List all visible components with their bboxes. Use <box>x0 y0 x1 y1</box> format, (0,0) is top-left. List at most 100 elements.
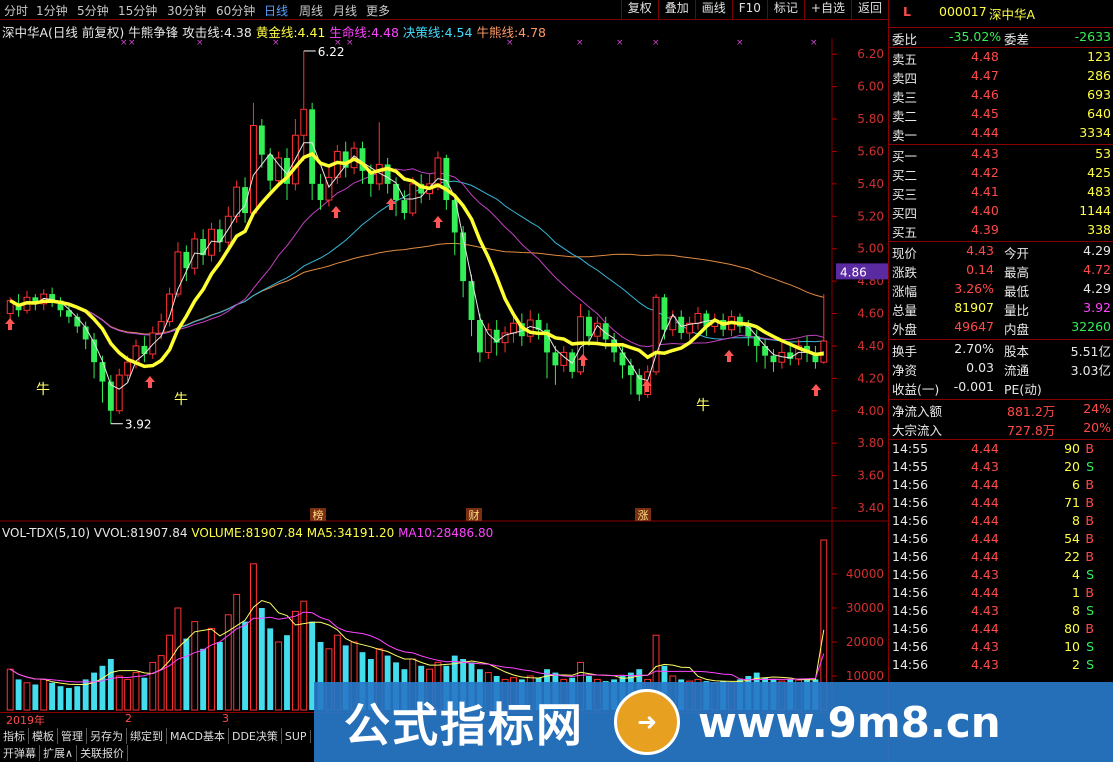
volume-bar <box>141 677 148 710</box>
candle-body <box>770 355 777 363</box>
fuquan-button[interactable]: 复权 <box>620 0 658 19</box>
tick-volume: 71 <box>1064 495 1080 510</box>
tick-row: 14:56 4.44 22 B <box>889 548 1113 566</box>
volume-bar <box>200 648 207 710</box>
period-tab[interactable]: 周线 <box>299 2 323 19</box>
quote-row: 现价 4.43 今开 4.29 <box>889 242 1113 261</box>
tab-related-quote[interactable]: 关联报价 <box>77 745 129 761</box>
volume-bar <box>49 682 56 710</box>
bear-line <box>9 242 824 335</box>
tab-save-as[interactable]: 另存为 <box>87 728 127 744</box>
tick-volume: 8 <box>1072 603 1080 618</box>
mark-button[interactable]: 标记 <box>766 0 804 19</box>
tick-row: 14:56 4.44 54 B <box>889 530 1113 548</box>
period-tab-more[interactable]: 更多 <box>366 2 390 19</box>
quote-value: 4.29 <box>1083 281 1111 296</box>
candle-body <box>208 228 215 256</box>
candlestick-chart[interactable]: 6.206.005.805.605.405.205.004.804.604.40… <box>0 38 888 522</box>
quote-rows: 现价 4.43 今开 4.29 涨跌 0.14 最高 4.72 涨幅 3.26% 最低 4.29 总量 8… <box>889 241 1113 337</box>
tab-macd[interactable]: MACD基本 <box>167 728 229 744</box>
tick-price: 4.44 <box>971 477 999 492</box>
volume-bar <box>224 614 232 711</box>
volume-bar <box>40 678 48 711</box>
tick-row: 14:56 4.44 1 B <box>889 584 1113 602</box>
buy-arrow-icon <box>811 384 821 396</box>
order-label: 卖五 <box>892 52 918 67</box>
flow-value: 881.2万 <box>1007 404 1056 419</box>
f10-button[interactable]: F10 <box>731 0 767 19</box>
period-tab-active[interactable]: 日线 <box>264 2 288 19</box>
order-volume: 693 <box>1087 87 1111 102</box>
tick-price: 4.43 <box>971 657 999 672</box>
tab-expand[interactable]: 扩展∧ <box>40 745 78 761</box>
tab-danmaku[interactable]: 开弹幕 <box>0 745 40 761</box>
period-tab[interactable]: 30分钟 <box>167 2 206 19</box>
y-tick-label: 4.60 <box>857 307 884 321</box>
volume-bar <box>132 672 140 711</box>
signal-marker-icon: × <box>196 38 204 48</box>
period-tab[interactable]: 月线 <box>333 2 357 19</box>
tick-time: 14:55 <box>892 441 929 456</box>
volume-bar <box>191 621 199 711</box>
tick-volume: 80 <box>1064 621 1080 636</box>
order-label: 卖三 <box>892 90 918 105</box>
order-label: 卖二 <box>892 109 918 124</box>
tab-template[interactable]: 模板 <box>29 728 58 744</box>
quote-value: 3.92 <box>1083 300 1111 315</box>
period-tab[interactable]: 1分钟 <box>36 2 68 19</box>
tick-row: 14:56 4.44 71 B <box>889 494 1113 512</box>
y-tick-label: 3.60 <box>857 469 884 483</box>
order-label: 买五 <box>892 225 918 240</box>
y-tick-label: 5.80 <box>857 112 884 126</box>
volume-bar <box>74 686 81 710</box>
quote-label: 涨幅 <box>892 284 918 299</box>
bull-label: 牛 <box>174 392 188 408</box>
signal-marker-icon: × <box>616 38 624 48</box>
stock-code: 000017 <box>939 4 987 19</box>
draw-button[interactable]: 画线 <box>694 0 732 19</box>
tick-time: 14:56 <box>892 639 929 654</box>
y-tick-label: 3.80 <box>857 436 884 450</box>
tick-volume: 2 <box>1072 657 1080 672</box>
candle-body <box>174 251 182 295</box>
period-tab[interactable]: 15分钟 <box>118 2 157 19</box>
period-tab[interactable]: 分时 <box>4 2 28 19</box>
candle-body <box>510 322 517 334</box>
tick-side: S <box>1086 459 1094 474</box>
tick-time: 14:56 <box>892 585 929 600</box>
add-watchlist-button[interactable]: +自选 <box>803 0 851 19</box>
candle-body <box>694 313 702 324</box>
quote-panel: L 000017 深中华A 委比 -35.02% 委差 -2633 卖五 4.48… <box>888 0 1113 762</box>
weicha-value: -2633 <box>1074 29 1111 44</box>
tick-volume: 90 <box>1064 441 1080 456</box>
tab-manage[interactable]: 管理 <box>58 728 87 744</box>
ma10-value: 28486.80 <box>435 526 494 540</box>
weibi-value: -35.02% <box>949 29 1002 44</box>
period-tab[interactable]: 5分钟 <box>77 2 109 19</box>
tick-row: 14:56 4.43 4 S <box>889 566 1113 584</box>
tick-price: 4.43 <box>971 603 999 618</box>
tab-bind[interactable]: 绑定到 <box>127 728 167 744</box>
y-tick-label: 6.00 <box>857 80 884 94</box>
period-tab[interactable]: 60分钟 <box>216 2 255 19</box>
tab-sup[interactable]: SUP <box>282 730 311 743</box>
candle-body <box>552 352 559 366</box>
candle-body <box>661 297 668 330</box>
back-button[interactable]: 返回 <box>850 0 888 19</box>
tab-dde[interactable]: DDE决策 <box>229 728 282 744</box>
candle-body <box>250 125 257 214</box>
order-price: 4.40 <box>971 203 999 218</box>
stat-value: -0.001 <box>953 379 994 394</box>
tick-side: B <box>1085 495 1094 510</box>
ma5-value: 34191.20 <box>336 526 395 540</box>
tick-price: 4.44 <box>971 495 999 510</box>
stat-label: 收益(一) <box>892 382 940 397</box>
price-tag-label: 4.86 <box>840 265 867 279</box>
signal-marker-icon: × <box>346 38 354 48</box>
vol-y-tick-label: 20000 <box>846 635 884 649</box>
bull-label: 牛 <box>696 398 710 414</box>
tick-price: 4.44 <box>971 531 999 546</box>
overlay-button[interactable]: 叠加 <box>657 0 695 19</box>
tab-indicator[interactable]: 指标 <box>0 728 29 744</box>
y-tick-label: 6.20 <box>857 47 884 61</box>
